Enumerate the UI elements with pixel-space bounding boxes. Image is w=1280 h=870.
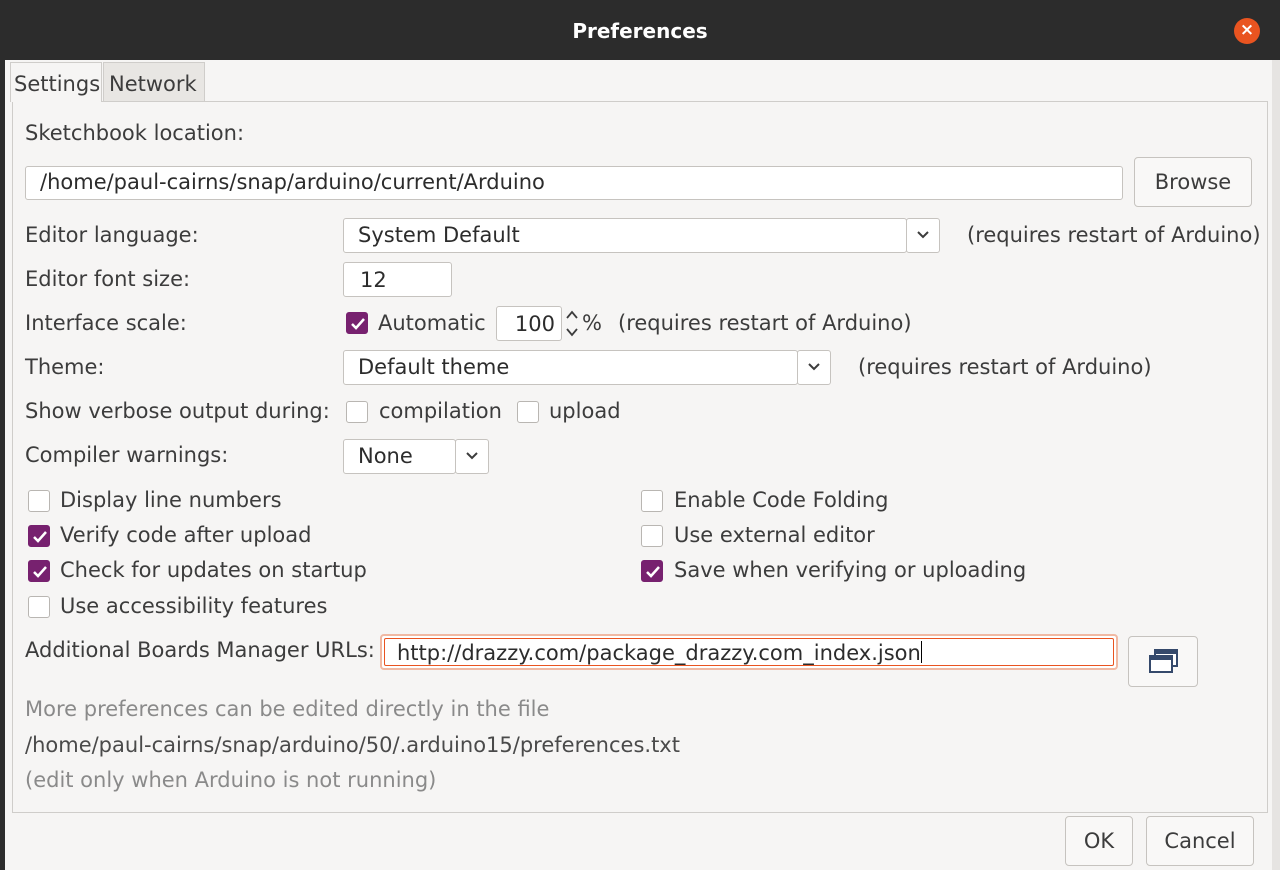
boards-manager-urls-label: Additional Boards Manager URLs: xyxy=(25,638,375,662)
external-editor-checkbox[interactable] xyxy=(641,525,663,547)
editor-language-select[interactable]: System Default xyxy=(343,218,907,253)
check-updates-checkbox[interactable] xyxy=(28,560,50,582)
window-title: Preferences xyxy=(572,19,708,43)
interface-scale-spinner[interactable] xyxy=(562,306,582,341)
editor-font-size-input[interactable]: 12 xyxy=(343,262,452,297)
boards-manager-urls-input[interactable]: http://drazzy.com/package_drazzy.com_ind… xyxy=(380,634,1118,670)
checkmark-icon xyxy=(351,318,365,330)
verbose-upload-label: upload xyxy=(549,399,621,423)
boards-manager-urls-edit-button[interactable] xyxy=(1128,636,1198,687)
sketchbook-location-label: Sketchbook location: xyxy=(25,121,245,145)
verify-after-upload-label: Verify code after upload xyxy=(60,523,312,547)
interface-scale-input[interactable]: 100 xyxy=(496,306,562,341)
verify-after-upload-checkbox[interactable] xyxy=(28,525,50,547)
compiler-warnings-select[interactable]: None xyxy=(343,439,456,474)
editor-language-dropdown-button[interactable] xyxy=(906,218,940,253)
verbose-upload-checkbox[interactable] xyxy=(517,401,539,423)
code-folding-checkbox[interactable] xyxy=(641,490,663,512)
checkmark-icon xyxy=(33,531,47,543)
check-updates-label: Check for updates on startup xyxy=(60,558,367,582)
edit-only-note: (edit only when Arduino is not running) xyxy=(25,768,437,792)
tab-settings[interactable]: Settings xyxy=(10,62,102,102)
cancel-button[interactable]: Cancel xyxy=(1146,816,1254,866)
theme-dropdown-button[interactable] xyxy=(797,350,831,385)
chevron-down-icon xyxy=(808,363,820,371)
theme-label: Theme: xyxy=(25,355,105,379)
accessibility-features-label: Use accessibility features xyxy=(60,594,328,618)
interface-scale-note: (requires restart of Arduino) xyxy=(618,311,912,335)
sketchbook-path-input[interactable]: /home/paul-cairns/snap/arduino/current/A… xyxy=(25,166,1123,200)
verbose-compilation-checkbox[interactable] xyxy=(346,401,368,423)
chevron-down-icon xyxy=(466,452,478,460)
tab-network[interactable]: Network xyxy=(103,62,205,102)
verbose-output-label: Show verbose output during: xyxy=(25,399,330,423)
boards-manager-urls-input-text[interactable]: http://drazzy.com/package_drazzy.com_ind… xyxy=(384,638,1114,666)
background-window-edge xyxy=(1272,60,1280,870)
checkmark-icon xyxy=(33,566,47,578)
text-caret xyxy=(920,641,922,663)
browse-button[interactable]: Browse xyxy=(1134,157,1252,207)
verbose-compilation-label: compilation xyxy=(379,399,502,423)
ok-button[interactable]: OK xyxy=(1065,816,1133,866)
display-line-numbers-label: Display line numbers xyxy=(60,488,282,512)
window-list-icon xyxy=(1149,649,1178,673)
editor-font-size-label: Editor font size: xyxy=(25,267,191,291)
chevron-down-icon xyxy=(917,231,929,239)
editor-language-note: (requires restart of Arduino) xyxy=(967,223,1261,247)
close-button[interactable]: × xyxy=(1234,18,1260,44)
theme-note: (requires restart of Arduino) xyxy=(858,355,1152,379)
checkmark-icon xyxy=(646,566,660,578)
editor-language-label: Editor language: xyxy=(25,223,199,247)
interface-scale-automatic-label: Automatic xyxy=(378,311,486,335)
accessibility-features-checkbox[interactable] xyxy=(28,596,50,618)
code-folding-label: Enable Code Folding xyxy=(674,488,889,512)
title-bar: Preferences × xyxy=(0,0,1280,60)
interface-scale-label: Interface scale: xyxy=(25,311,187,335)
preferences-file-path: /home/paul-cairns/snap/arduino/50/.ardui… xyxy=(25,733,680,757)
compiler-warnings-dropdown-button[interactable] xyxy=(455,439,489,474)
display-line-numbers-checkbox[interactable] xyxy=(28,490,50,512)
theme-select[interactable]: Default theme xyxy=(343,350,798,385)
save-when-verifying-label: Save when verifying or uploading xyxy=(674,558,1027,582)
spinner-arrows-icon xyxy=(566,310,578,337)
compiler-warnings-label: Compiler warnings: xyxy=(25,443,229,467)
interface-scale-automatic-checkbox[interactable] xyxy=(346,312,368,334)
more-preferences-note: More preferences can be edited directly … xyxy=(25,697,550,721)
interface-scale-unit: % xyxy=(582,311,602,335)
external-editor-label: Use external editor xyxy=(674,523,875,547)
boards-manager-urls-value: http://drazzy.com/package_drazzy.com_ind… xyxy=(397,641,921,665)
save-when-verifying-checkbox[interactable] xyxy=(641,560,663,582)
